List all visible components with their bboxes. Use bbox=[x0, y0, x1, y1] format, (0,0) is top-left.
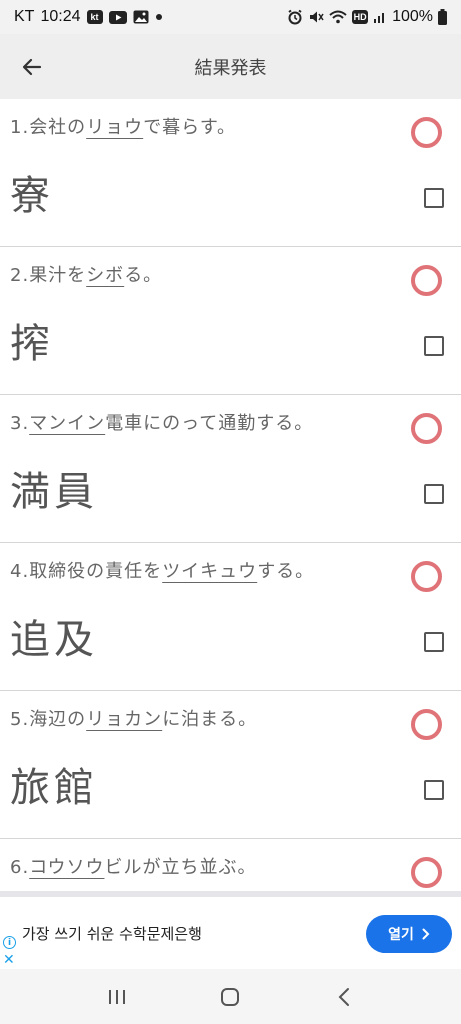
info-icon[interactable]: i bbox=[3, 936, 16, 949]
review-checkbox[interactable] bbox=[424, 780, 444, 800]
underlined-katakana: ツイキュウ bbox=[162, 561, 258, 582]
close-icon[interactable]: ✕ bbox=[3, 952, 15, 968]
home-icon bbox=[221, 987, 240, 1006]
ad-text: 가장 쓰기 쉬운 수학문제은행 bbox=[22, 925, 202, 943]
correct-circle-icon bbox=[411, 561, 442, 592]
correct-circle-icon bbox=[411, 857, 442, 888]
back-arrow-icon bbox=[22, 58, 42, 75]
app-bar: 結果発表 bbox=[0, 34, 461, 99]
correct-circle-icon bbox=[411, 413, 442, 444]
wifi-icon bbox=[329, 10, 347, 24]
question-item-5: 5.海辺のリョカンに泊まる。 旅館 bbox=[0, 691, 461, 839]
question-text: 3.マンイン電車にのって通勤する。 bbox=[10, 413, 314, 434]
back-button[interactable] bbox=[0, 34, 64, 99]
answer-kanji: 満員 bbox=[10, 469, 98, 515]
answer-kanji: 寮 bbox=[10, 173, 54, 219]
correct-circle-icon bbox=[411, 265, 442, 296]
question-text: 6.コウソウビルが立ち並ぶ。 bbox=[10, 857, 257, 878]
ad-open-label: 열기 bbox=[388, 927, 414, 943]
underlined-katakana: リョカン bbox=[86, 709, 163, 730]
battery-percent: 100% bbox=[392, 8, 433, 25]
clock: 10:24 bbox=[40, 8, 81, 25]
question-text: 5.海辺のリョカンに泊まる。 bbox=[10, 709, 258, 730]
status-right: HD 100% bbox=[287, 8, 447, 26]
gallery-icon bbox=[133, 10, 149, 24]
result-list[interactable]: 1.会社のリョウで暮らす。 寮 2.果汁をシボる。 搾 3.マンイン電車にのって… bbox=[0, 99, 461, 891]
answer-kanji: 旅館 bbox=[10, 765, 98, 811]
home-button[interactable] bbox=[210, 977, 250, 1017]
answer-kanji: 追及 bbox=[10, 617, 98, 663]
youtube-icon bbox=[108, 10, 127, 24]
battery-icon bbox=[438, 9, 447, 25]
alarm-icon bbox=[287, 9, 303, 25]
question-item-1: 1.会社のリョウで暮らす。 寮 bbox=[0, 99, 461, 247]
recent-apps-button[interactable] bbox=[97, 977, 137, 1017]
chevron-right-icon bbox=[422, 928, 430, 940]
status-left: KT 10:24 kt bbox=[14, 8, 163, 26]
hd-icon: HD bbox=[352, 10, 369, 24]
question-item-3: 3.マンイン電車にのって通勤する。 満員 bbox=[0, 395, 461, 543]
question-item-4: 4.取締役の責任をツイキュウする。 追及 bbox=[0, 543, 461, 691]
review-checkbox[interactable] bbox=[424, 336, 444, 356]
dot-icon bbox=[155, 13, 163, 21]
review-checkbox[interactable] bbox=[424, 484, 444, 504]
underlined-katakana: マンイン bbox=[29, 413, 106, 434]
system-nav-bar bbox=[0, 969, 461, 1024]
question-text: 1.会社のリョウで暮らす。 bbox=[10, 117, 237, 138]
question-item-6: 6.コウソウビルが立ち並ぶ。 bbox=[0, 839, 461, 891]
mute-icon bbox=[308, 9, 324, 25]
answer-kanji: 搾 bbox=[10, 321, 54, 367]
status-bar: KT 10:24 kt HD 100% bbox=[0, 0, 461, 34]
correct-circle-icon bbox=[411, 709, 442, 740]
kt-icon: kt bbox=[86, 10, 103, 24]
recent-apps-icon bbox=[108, 989, 125, 1004]
question-item-2: 2.果汁をシボる。 搾 bbox=[0, 247, 461, 395]
question-text: 4.取締役の責任をツイキュウする。 bbox=[10, 561, 315, 582]
signal-icon bbox=[373, 10, 387, 24]
page-title: 結果発表 bbox=[194, 57, 267, 79]
underlined-katakana: シボ bbox=[86, 265, 125, 286]
back-icon bbox=[338, 987, 350, 1006]
underlined-katakana: リョウ bbox=[86, 117, 144, 138]
carrier-label: KT bbox=[14, 8, 35, 25]
review-checkbox[interactable] bbox=[424, 188, 444, 208]
review-checkbox[interactable] bbox=[424, 632, 444, 652]
underlined-katakana: コウソウ bbox=[29, 857, 105, 878]
question-text: 2.果汁をシボる。 bbox=[10, 265, 163, 286]
ad-open-button[interactable]: 열기 bbox=[366, 915, 452, 953]
nav-back-button[interactable] bbox=[324, 977, 364, 1017]
correct-circle-icon bbox=[411, 117, 442, 148]
